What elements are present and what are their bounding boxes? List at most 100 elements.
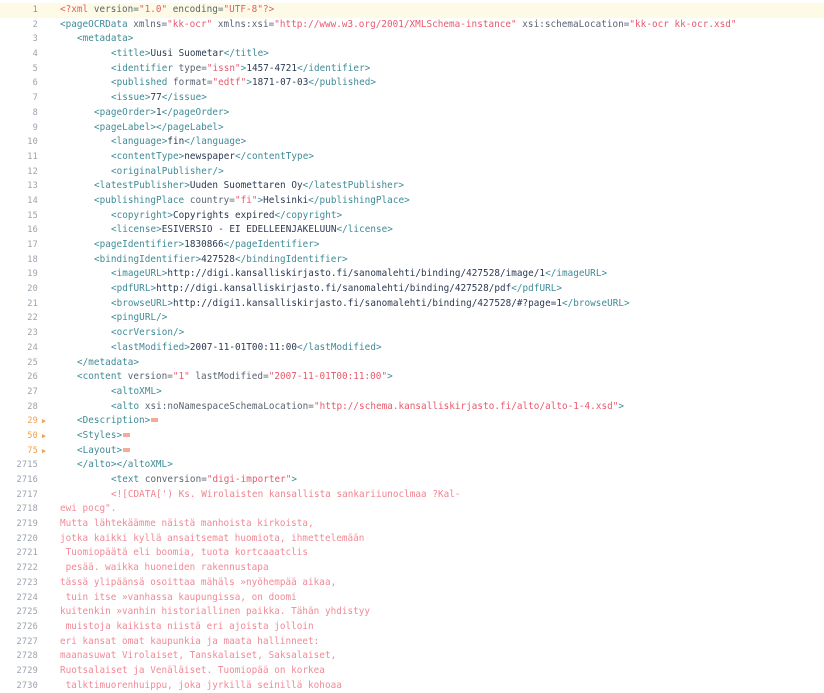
- token-attr: version=: [93, 4, 139, 15]
- folded-content-indicator[interactable]: [151, 418, 159, 423]
- token-val: "kk-ocr": [167, 18, 213, 30]
- code-line[interactable]: 9 <pageLabel></pageLabel>: [0, 121, 824, 136]
- token-txt: newspaper: [184, 150, 236, 162]
- code-line[interactable]: 21 <browseURL>http://digi1.kansalliskirja…: [0, 297, 824, 312]
- code-line[interactable]: 2720 jotka kaikki kyllä ansaitsemat huomi…: [0, 532, 824, 547]
- line-number: 9: [32, 122, 38, 133]
- line-number: 2729: [16, 665, 38, 676]
- code-line-content: <text conversion="digi-importer">: [50, 473, 824, 488]
- code-line[interactable]: 12 <originalPublisher/>: [0, 165, 824, 180]
- token-txt: http://digi1.kansalliskirjasto.fi/sanoma…: [173, 297, 562, 309]
- token-plain: tuin itse »vanhassa kaupungissa, on doom…: [60, 591, 297, 603]
- code-line[interactable]: 16 <license>ESIVERSIO - EI EDELLEENJAKELU…: [0, 223, 824, 238]
- token-tag: <originalPublisher/>: [111, 165, 224, 177]
- code-line[interactable]: 17 <pageIdentifier>1830866</pageIdentifie…: [0, 238, 824, 253]
- code-line[interactable]: 2729 Ruotsalaiset ja Venäläiset. Tuomiopä…: [0, 664, 824, 679]
- code-line-content: <title>Uusi Suometar</title>: [50, 47, 824, 62]
- line-number: 21: [27, 298, 38, 309]
- line-number: 15: [27, 210, 38, 221]
- line-number: 10: [27, 137, 38, 148]
- code-line[interactable]: 29 ▶ <Description>: [0, 414, 824, 429]
- code-line-content: <latestPublisher>Uuden Suomettaren Oy</l…: [50, 179, 824, 194]
- fold-expand-icon[interactable]: ▶: [38, 444, 50, 459]
- code-line-content: <license>ESIVERSIO - EI EDELLEENJAKELUUN…: [50, 223, 824, 238]
- token-txt: Helsinki: [263, 194, 309, 206]
- line-number: 2730: [16, 680, 38, 691]
- code-line[interactable]: 11 <contentType>newspaper</contentType>: [0, 150, 824, 165]
- token-val: "digi-importer": [206, 474, 292, 485]
- token-plain: Tuomiopäätä eli boomia, tuota kortcaaatc…: [60, 547, 309, 559]
- line-number: 2: [32, 19, 38, 30]
- code-line[interactable]: 2726 muistoja kaikista niistä eri ajoist…: [0, 620, 824, 635]
- code-line[interactable]: 5 <identifier type="issn">1457-4721</iden…: [0, 62, 824, 77]
- code-line[interactable]: 2 <pageOCRData xmlns="kk-ocr" xmlns:xsi="…: [0, 18, 824, 33]
- code-line[interactable]: 1 <?xml version="1.0" encoding="UTF-8"?>: [0, 3, 824, 18]
- token-val: "kk-ocr kk-ocr.xsd": [629, 18, 737, 30]
- code-line[interactable]: 2728 maanasuwat Virolaiset, Tanskalaiset,…: [0, 649, 824, 664]
- code-line-content: <alto xsi:noNamespaceSchemaLocation="htt…: [50, 400, 824, 415]
- folded-content-indicator[interactable]: [123, 432, 131, 437]
- code-line-content: talktimuorenhuippu, joka jyrkillä seinil…: [50, 679, 824, 693]
- code-line-content: <content version="1" lastModified="2007-…: [50, 370, 824, 385]
- code-line[interactable]: 6 <published format="edtf">1871-07-03</pu…: [0, 76, 824, 91]
- code-line[interactable]: 13 <latestPublisher>Uuden Suomettaren Oy<…: [0, 179, 824, 194]
- xml-code-viewer[interactable]: 1 <?xml version="1.0" encoding="UTF-8"?> 2…: [0, 0, 824, 691]
- code-line[interactable]: 15 <copyright>Copyrights expired</copyrig…: [0, 209, 824, 224]
- line-number: 2718: [16, 504, 38, 515]
- code-line[interactable]: 75 ▶ <Layout>: [0, 444, 824, 459]
- token-pi: ?>: [262, 4, 275, 15]
- code-line[interactable]: 2725 kuitenkin »vanhin historiallinen pai…: [0, 605, 824, 620]
- code-line-content: <![CDATA[') Ks. Wirolaisten kansallista …: [50, 488, 824, 503]
- line-number: 2728: [16, 651, 38, 662]
- code-line[interactable]: 2715 </alto></altoXML>: [0, 458, 824, 473]
- token-val: "1": [172, 371, 190, 383]
- token-tag: <browseURL>: [111, 297, 174, 309]
- token-attr: xsi:schemaLocation=: [516, 18, 630, 30]
- code-line[interactable]: 3 <metadata>: [0, 32, 824, 47]
- token-attr: encoding=: [167, 4, 224, 15]
- code-line-content: muistoja kaikista niistä eri ajoista jol…: [50, 620, 824, 635]
- fold-expand-icon[interactable]: ▶: [38, 429, 50, 444]
- folded-content-indicator[interactable]: [123, 447, 131, 452]
- token-tag: <contentType>: [111, 150, 185, 162]
- code-line[interactable]: 4 <title>Uusi Suometar</title>: [0, 47, 824, 62]
- token-plain: pesää. waikka huoneiden rakennustapa: [60, 562, 269, 574]
- code-line[interactable]: 25 </metadata>: [0, 356, 824, 371]
- code-line[interactable]: 14 <publishingPlace country="fi">Helsinki…: [0, 194, 824, 209]
- code-line[interactable]: 2723 tässä ylipäänsä osoittaa mähäls »nyö…: [0, 576, 824, 591]
- code-line[interactable]: 2719 Mutta lähtekäämme näistä manhoista k…: [0, 517, 824, 532]
- code-line[interactable]: 24 <lastModified>2007-11-01T00:11:00</las…: [0, 341, 824, 356]
- code-line[interactable]: 2724 tuin itse »vanhassa kaupungissa, on…: [0, 591, 824, 606]
- code-line[interactable]: 2717 <![CDATA[') Ks. Wirolaisten kansalli…: [0, 488, 824, 503]
- code-line[interactable]: 20 <pdfURL>http://digi.kansalliskirjasto.…: [0, 282, 824, 297]
- code-line[interactable]: 18 <bindingIdentifier>427528</bindingIden…: [0, 253, 824, 268]
- token-attr: version=: [127, 371, 173, 383]
- code-line-content: <Layout>: [50, 444, 824, 459]
- line-number: 75: [27, 445, 38, 456]
- code-line[interactable]: 26 <content version="1" lastModified="200…: [0, 370, 824, 385]
- code-line[interactable]: 2730 talktimuorenhuippu, joka jyrkillä s…: [0, 679, 824, 693]
- code-line[interactable]: 23 <ocrVersion/>: [0, 326, 824, 341]
- line-number: 23: [27, 328, 38, 339]
- token-txt: http://digi.kansalliskirjasto.fi/sanomal…: [156, 283, 512, 295]
- code-line[interactable]: 8 <pageOrder>1</pageOrder>: [0, 106, 824, 121]
- code-line[interactable]: 27 <altoXML>: [0, 385, 824, 400]
- token-tag: <publishingPlace: [94, 194, 190, 206]
- code-line[interactable]: 2721 Tuomiopäätä eli boomia, tuota kortc…: [0, 546, 824, 561]
- code-line[interactable]: 2722 pesää. waikka huoneiden rakennustap…: [0, 561, 824, 576]
- code-line[interactable]: 22 <pingURL/>: [0, 311, 824, 326]
- token-tag: <Layout>: [77, 444, 123, 456]
- code-line[interactable]: 28 <alto xsi:noNamespaceSchemaLocation="h…: [0, 400, 824, 415]
- code-line[interactable]: 2718 ewi pocg".: [0, 502, 824, 517]
- token-plain: tässä ylipäänsä osoittaa mähäls »nyöhemp…: [60, 576, 337, 588]
- fold-expand-icon[interactable]: ▶: [38, 414, 50, 429]
- code-line[interactable]: 2716 <text conversion="digi-importer">: [0, 473, 824, 488]
- code-line[interactable]: 10 <language>fin</language>: [0, 135, 824, 150]
- code-line[interactable]: 2727 eri kansat omat kaupunkia ja maata h…: [0, 635, 824, 650]
- line-number: 2719: [16, 519, 38, 530]
- code-line[interactable]: 7 <issue>77</issue>: [0, 91, 824, 106]
- token-tag: <pingURL/>: [111, 312, 168, 324]
- code-line[interactable]: 50 ▶ <Styles>: [0, 429, 824, 444]
- code-line[interactable]: 19 <imageURL>http://digi.kansalliskirjast…: [0, 267, 824, 282]
- code-line-content: <?xml version="1.0" encoding="UTF-8"?>: [50, 3, 824, 18]
